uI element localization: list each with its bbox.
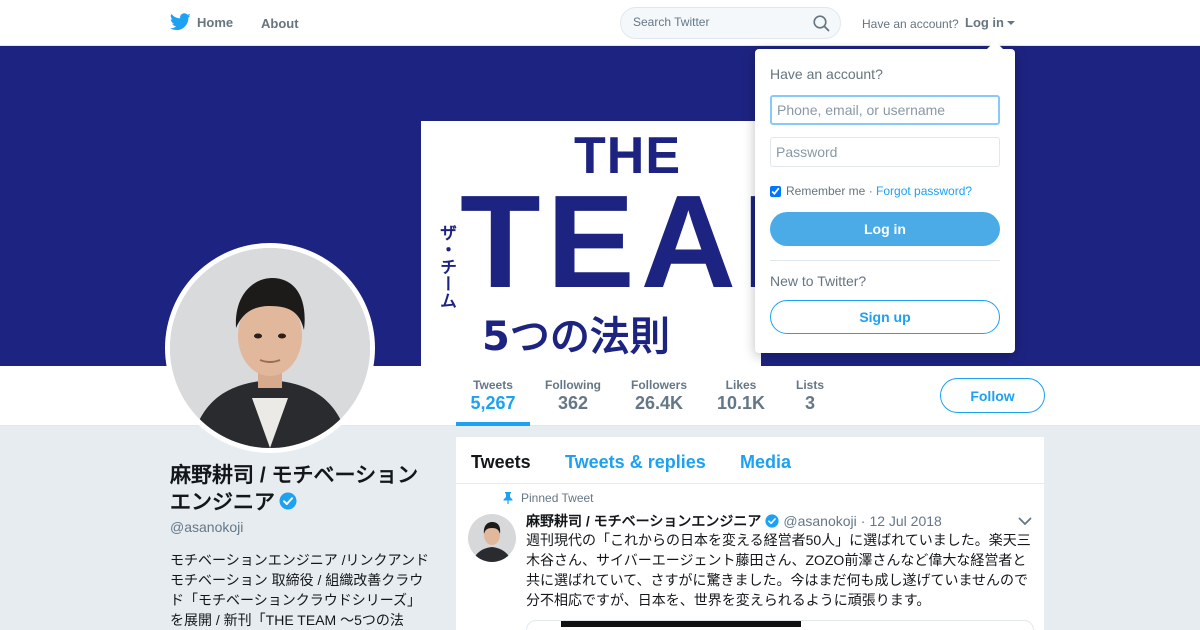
tweet-separator: ·: [860, 513, 866, 529]
banner-subtitle: 5つの法則: [482, 314, 670, 360]
caret-down-icon: [1007, 21, 1015, 25]
tab-tweets[interactable]: Tweets: [471, 452, 531, 473]
stat-tweets[interactable]: Tweets 5,267: [456, 378, 530, 414]
password-field[interactable]: [770, 137, 1000, 167]
chevron-down-icon[interactable]: [1018, 517, 1032, 526]
tweet-date[interactable]: 12 Jul 2018: [869, 513, 941, 529]
tweet-media-preview: [561, 621, 801, 627]
banner-title-the: THE: [574, 127, 681, 185]
tweet-avatar-photo: [468, 514, 516, 562]
stat-value: 5,267: [470, 393, 516, 413]
dropdown-arrow: [987, 41, 1003, 49]
profile-photo: [170, 248, 370, 448]
tweet-header: 麻野耕司 / モチベーションエンジニア @asanokoji · 12 Jul …: [526, 511, 942, 531]
pin-icon: [503, 492, 513, 504]
username-field[interactable]: [770, 95, 1000, 125]
nav-home-label: Home: [197, 14, 234, 30]
profile-name-line1: 麻野耕司 / モチベーション: [170, 464, 419, 487]
tweet-media-card[interactable]: [526, 620, 1034, 630]
timeline-tabs: Tweets Tweets & replies Media: [456, 437, 1044, 484]
search-icon[interactable]: [813, 15, 830, 32]
profile-handle[interactable]: @asanokoji: [170, 519, 243, 535]
tweet-author-name[interactable]: 麻野耕司 / モチベーションエンジニア: [526, 511, 761, 531]
stat-label: Tweets: [473, 378, 513, 392]
nav-about[interactable]: About: [261, 16, 299, 31]
follow-button[interactable]: Follow: [940, 378, 1045, 413]
signup-button[interactable]: Sign up: [770, 300, 1000, 334]
pinned-tweet-label: Pinned Tweet: [503, 491, 594, 505]
search-input[interactable]: [633, 15, 803, 29]
login-button[interactable]: Log in: [770, 212, 1000, 246]
divider: [770, 260, 1000, 261]
remember-separator: ·: [865, 184, 877, 198]
profile-bio: モチベーションエンジニア /リンクアンドモチベーション 取締役 / 組織改善クラ…: [170, 552, 429, 628]
forgot-password-link[interactable]: Forgot password?: [876, 184, 972, 198]
stat-value: 10.1K: [716, 393, 766, 413]
tweet-avatar[interactable]: [468, 514, 516, 562]
stat-following[interactable]: Following 362: [540, 378, 606, 414]
stat-label: Followers: [630, 378, 687, 392]
remember-me-label[interactable]: Remember me: [786, 184, 865, 198]
verified-badge-icon: [765, 514, 780, 528]
timeline: Tweets Tweets & replies Media Pinned Twe…: [456, 437, 1044, 630]
top-nav: Home About Have an account? Log in: [0, 0, 1200, 46]
nav-home[interactable]: Home: [170, 13, 233, 31]
login-dropdown-toggle[interactable]: Log in: [965, 15, 1015, 30]
remember-row: Remember me · Forgot password?: [770, 184, 972, 198]
verified-badge-icon: [279, 492, 297, 510]
tab-media[interactable]: Media: [740, 452, 791, 473]
login-dropdown-title: Have an account?: [770, 66, 883, 82]
new-to-twitter-text: New to Twitter?: [770, 273, 867, 289]
stat-likes[interactable]: Likes 10.1K: [712, 378, 770, 414]
pinned-text: Pinned Tweet: [521, 491, 594, 505]
stat-value: 3: [804, 393, 815, 413]
stat-label: Lists: [795, 378, 824, 392]
stat-label: Likes: [725, 378, 757, 392]
tab-tweets-replies[interactable]: Tweets & replies: [565, 452, 706, 473]
remember-me-checkbox[interactable]: [770, 185, 781, 197]
search-box[interactable]: [620, 7, 841, 39]
banner-title-the-box: THE: [568, 121, 680, 185]
active-stat-indicator: [456, 422, 530, 426]
tweet-author-handle[interactable]: @asanokoji: [783, 513, 856, 529]
login-toggle-label: Log in: [965, 15, 1004, 30]
profile-name-line2: エンジニア: [170, 491, 275, 514]
twitter-bird-icon: [170, 13, 191, 31]
tweet-text: 週刊現代の「これからの日本を変える経営者50人」に選ばれていました。楽天三木谷さ…: [526, 532, 1031, 608]
have-account-text: Have an account?: [862, 17, 959, 31]
stat-lists[interactable]: Lists 3: [790, 378, 830, 414]
login-dropdown: Have an account? Remember me · Forgot pa…: [755, 41, 1015, 353]
banner-katakana: ザ・チーム: [436, 224, 456, 309]
stat-value: 362: [557, 393, 589, 413]
stat-followers[interactable]: Followers 26.4K: [626, 378, 692, 414]
stat-label: Following: [545, 378, 601, 392]
profile-avatar[interactable]: [165, 243, 375, 453]
stat-value: 26.4K: [634, 393, 684, 413]
profile-name: 麻野耕司 / モチベーション エンジニア: [170, 462, 440, 516]
